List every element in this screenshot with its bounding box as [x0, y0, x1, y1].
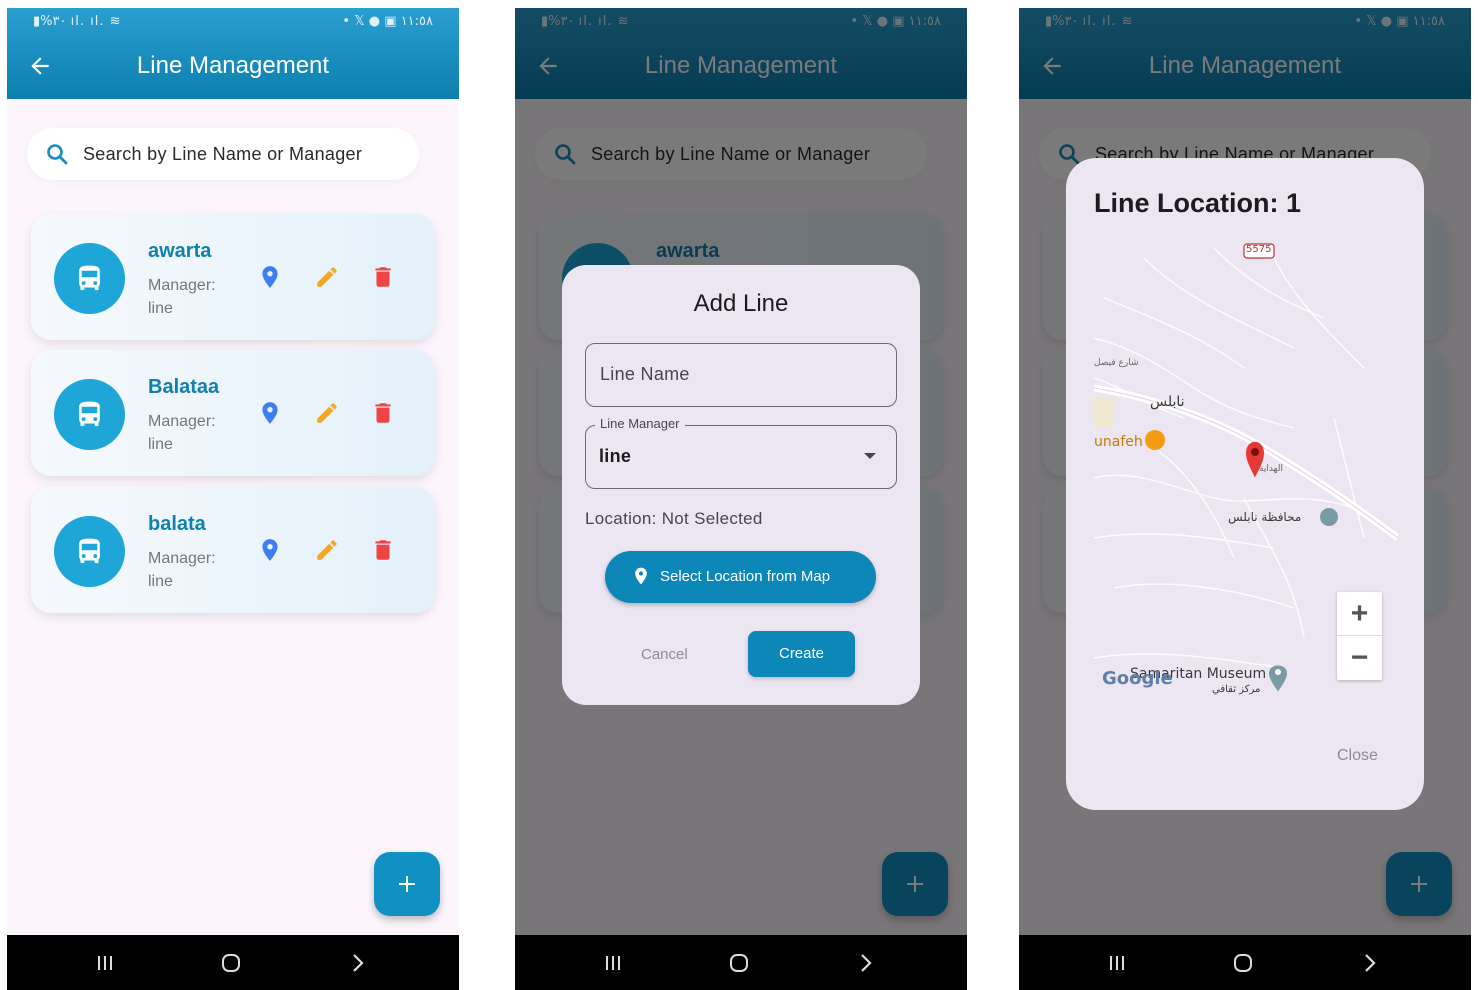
- pencil-icon[interactable]: [314, 400, 340, 426]
- line-manager: Manager: line: [148, 274, 238, 320]
- bus-avatar: [54, 243, 125, 314]
- line-name: Balataa: [148, 376, 220, 398]
- recents-icon[interactable]: [93, 951, 117, 975]
- home-icon[interactable]: [727, 951, 751, 975]
- line-manager-value: line: [599, 446, 632, 466]
- line-name: balata: [148, 513, 206, 535]
- plus-icon: [399, 876, 415, 892]
- dialog-title: Line Location: 1: [1094, 188, 1302, 218]
- close-button[interactable]: Close: [1337, 747, 1378, 765]
- screen-line-location: ▮%٣٠ ıl. ıl. ≋ • 𝕏 ● ▣ ١١:٥٨ Line Manage…: [1019, 8, 1471, 990]
- location-pin-icon[interactable]: [257, 537, 283, 563]
- line-card[interactable]: awarta Manager: line: [31, 214, 435, 340]
- museum-sub-label: مركز ثقافي: [1212, 684, 1261, 695]
- create-button[interactable]: Create: [748, 631, 855, 677]
- google-logo: Google: [1102, 668, 1173, 689]
- pencil-icon[interactable]: [314, 537, 340, 563]
- status-left: ▮%٣٠ ıl. ıl. ≋: [33, 14, 122, 29]
- location-pin-icon[interactable]: [257, 264, 283, 290]
- status-bar: ▮%٣٠ ıl. ıl. ≋ • 𝕏 ● ▣ ١١:٥٨: [7, 8, 459, 38]
- manager-label: Manager:: [148, 413, 216, 430]
- bus-icon: [79, 401, 100, 427]
- cancel-button[interactable]: Cancel: [641, 646, 688, 663]
- add-line-dialog: Add Line Line Name Line Manager line Loc…: [562, 265, 920, 705]
- line-manager-label: Line Manager: [595, 416, 685, 431]
- bus-icon: [79, 538, 100, 564]
- home-icon[interactable]: [1231, 951, 1255, 975]
- location-status: Location: Not Selected: [585, 509, 763, 528]
- line-name: awarta: [148, 240, 212, 262]
- trash-icon[interactable]: [370, 537, 396, 563]
- zoom-controls: + −: [1337, 592, 1382, 680]
- line-name-field[interactable]: Line Name: [585, 343, 897, 407]
- road-number-label: 5575: [1246, 244, 1272, 255]
- line-name-placeholder: Line Name: [600, 364, 690, 384]
- pencil-icon[interactable]: [314, 264, 340, 290]
- search-icon: [47, 144, 68, 165]
- home-icon[interactable]: [219, 951, 243, 975]
- system-nav-bar: [515, 935, 967, 990]
- line-manager: Manager: line: [148, 547, 238, 593]
- line-location-dialog: Line Location: 1 5575 نابلس unafeh محافظ…: [1066, 158, 1424, 810]
- screen-add-line: ▮%٣٠ ıl. ıl. ≋ • 𝕏 ● ▣ ١١:٥٨ Line Manage…: [515, 8, 967, 990]
- governorate-label: محافظة نابلس: [1228, 510, 1302, 524]
- manager-value: line: [148, 573, 173, 590]
- road-label-a: شارع فيصل: [1094, 358, 1139, 368]
- bus-icon: [79, 265, 100, 291]
- dropdown-arrow-icon: [864, 453, 876, 459]
- city-label: نابلس: [1150, 394, 1185, 410]
- location-pin-icon: [635, 567, 647, 585]
- select-location-label: Select Location from Map: [660, 568, 831, 585]
- page-title: Line Management: [136, 52, 330, 79]
- system-nav-bar: [7, 935, 459, 990]
- select-location-button[interactable]: Select Location from Map: [605, 551, 876, 603]
- manager-value: line: [148, 300, 173, 317]
- manager-label: Manager:: [148, 550, 216, 567]
- recents-icon[interactable]: [1105, 951, 1129, 975]
- back-nav-icon[interactable]: [1358, 951, 1382, 975]
- trash-icon[interactable]: [370, 400, 396, 426]
- zoom-in-button[interactable]: +: [1337, 592, 1382, 636]
- add-line-button[interactable]: [374, 852, 440, 916]
- back-nav-icon[interactable]: [346, 951, 370, 975]
- recents-icon[interactable]: [601, 951, 625, 975]
- restaurant-label: unafeh: [1094, 434, 1143, 450]
- zoom-out-button[interactable]: −: [1337, 636, 1382, 680]
- line-manager: Manager: line: [148, 410, 238, 456]
- bus-avatar: [54, 516, 125, 587]
- line-card[interactable]: balata Manager: line: [31, 487, 435, 613]
- line-card[interactable]: Balataa Manager: line: [31, 350, 435, 476]
- app-bar: ▮%٣٠ ıl. ıl. ≋ • 𝕏 ● ▣ ١١:٥٨ Line Manage…: [7, 8, 459, 99]
- search-input[interactable]: Search by Line Name or Manager: [27, 128, 419, 180]
- screen-line-list: ▮%٣٠ ıl. ıl. ≋ • 𝕏 ● ▣ ١١:٥٨ Line Manage…: [7, 8, 459, 990]
- dialog-title: Add Line: [693, 290, 789, 317]
- manager-value: line: [148, 436, 173, 453]
- back-nav-icon[interactable]: [854, 951, 878, 975]
- trash-icon[interactable]: [370, 264, 396, 290]
- location-pin-icon[interactable]: [257, 400, 283, 426]
- map-view[interactable]: 5575 نابلس unafeh محافظة نابلس Samaritan…: [1094, 238, 1398, 713]
- bus-avatar: [54, 379, 125, 450]
- system-nav-bar: [1019, 935, 1471, 990]
- search-placeholder: Search by Line Name or Manager: [83, 144, 363, 164]
- manager-label: Manager:: [148, 277, 216, 294]
- status-right: • 𝕏 ● ▣ ١١:٥٨: [342, 14, 433, 29]
- road-label-b: الهداية: [1259, 464, 1283, 474]
- line-manager-dropdown[interactable]: Line Manager line: [585, 416, 897, 489]
